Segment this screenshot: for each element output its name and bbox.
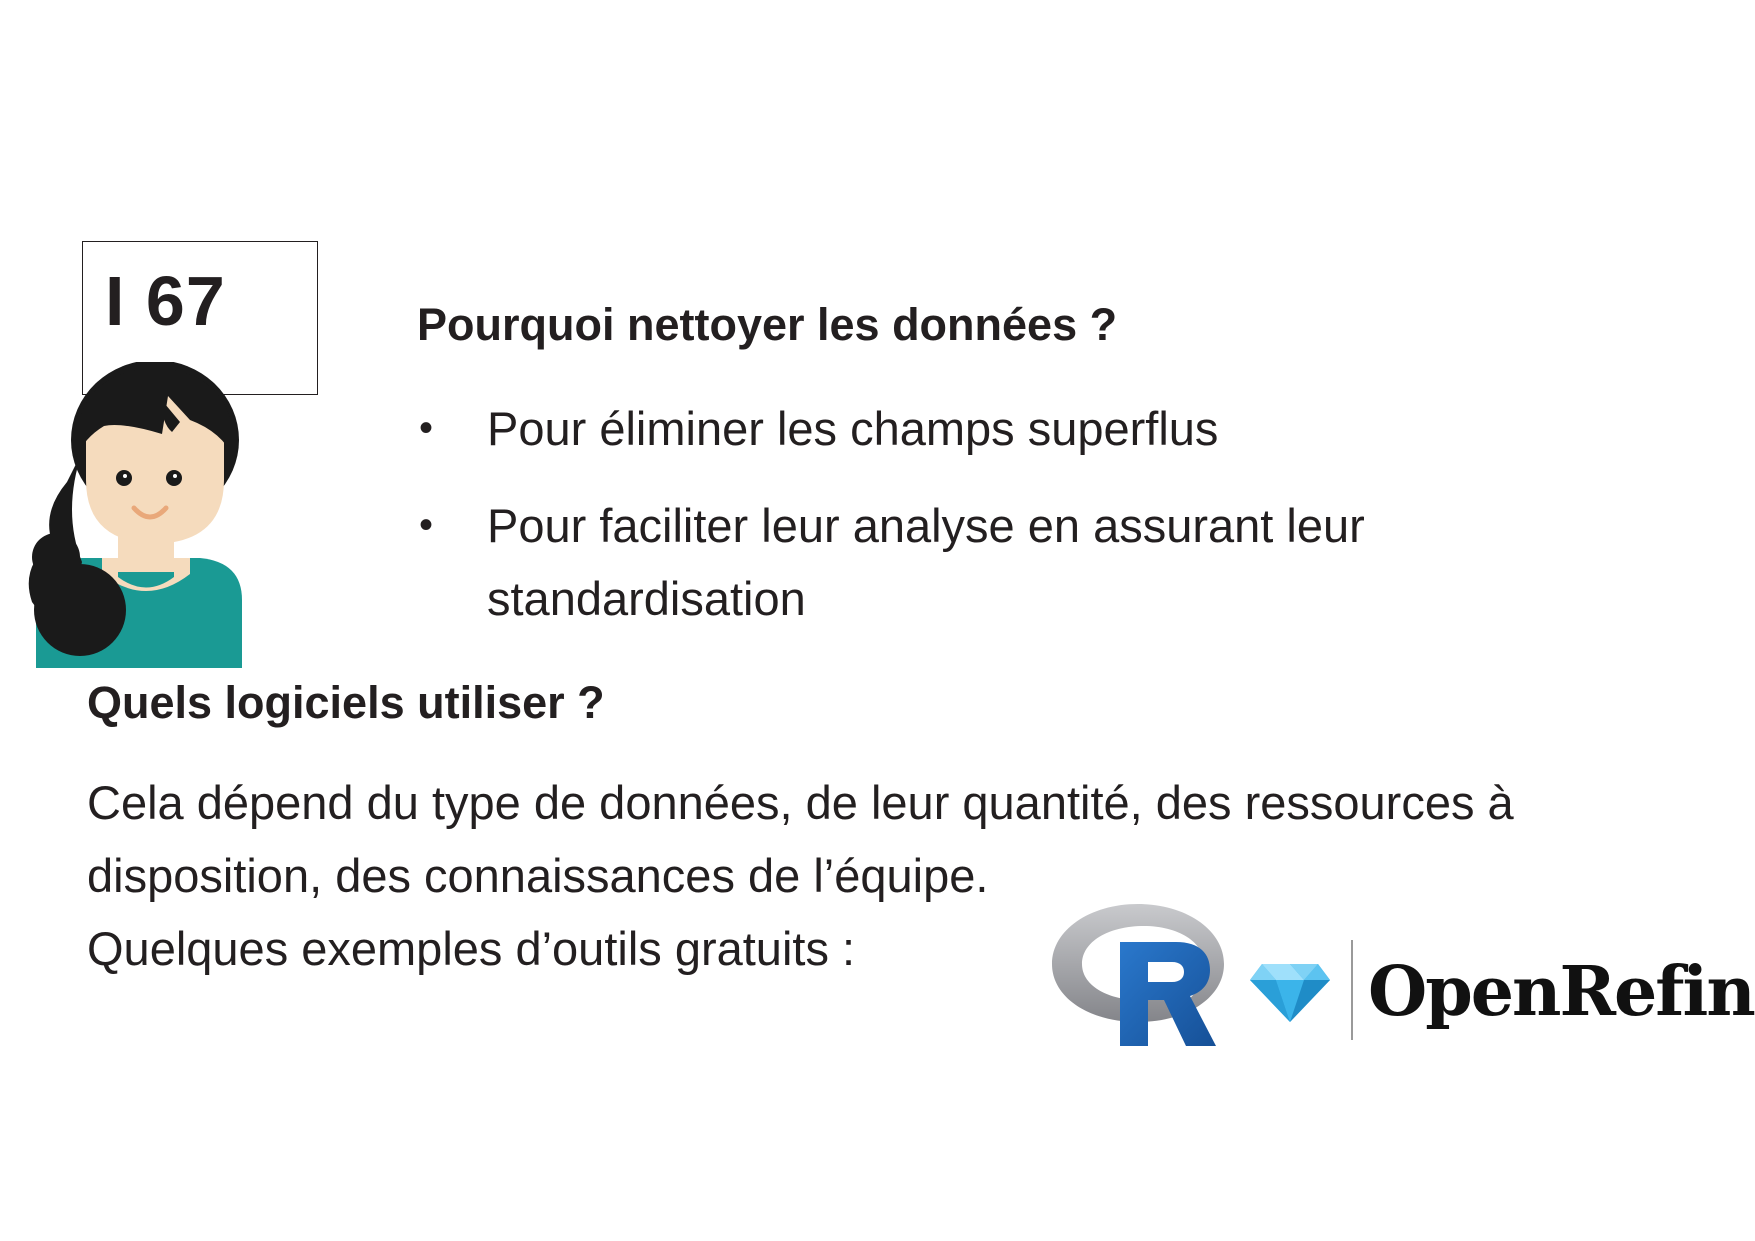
r-language-logo-icon: [1052, 904, 1224, 1046]
card-number: I 67: [105, 262, 226, 340]
diamond-icon: [1250, 964, 1330, 1022]
woman-avatar-icon: [28, 362, 242, 668]
openrefine-wordmark: OpenRefine: [1368, 952, 1755, 1032]
section-heading-which-software: Quels logiciels utiliser ?: [87, 677, 605, 728]
openrefine-logo: OpenRefine: [1248, 940, 1755, 1040]
list-item: • Pour faciliter leur analyse en assuran…: [417, 489, 1537, 635]
list-item-text: Pour faciliter leur analyse en assurant …: [487, 499, 1365, 625]
reasons-list: • Pour éliminer les champs superflus • P…: [417, 392, 1537, 659]
logo-divider: [1351, 940, 1353, 1040]
description-paragraph: Cela dépend du type de données, de leur …: [87, 776, 1514, 902]
list-item-text: Pour éliminer les champs superflus: [487, 402, 1219, 455]
bullet-icon: •: [419, 503, 434, 547]
bullet-icon: •: [419, 406, 434, 450]
section-heading-why-clean: Pourquoi nettoyer les données ?: [417, 299, 1118, 350]
list-item: • Pour éliminer les champs superflus: [417, 392, 1537, 465]
